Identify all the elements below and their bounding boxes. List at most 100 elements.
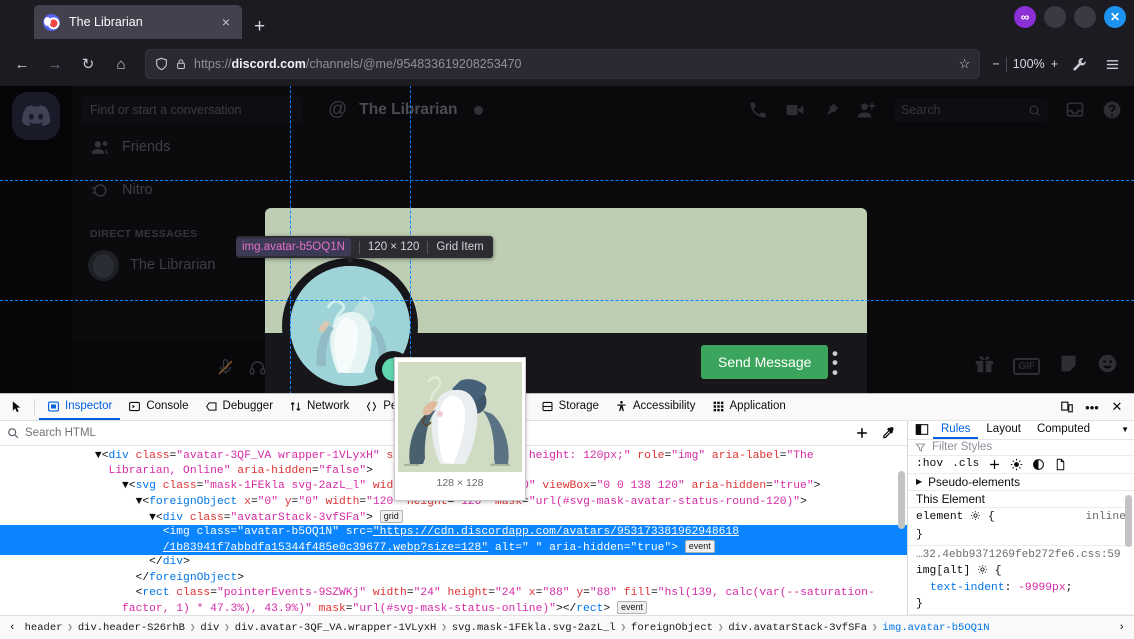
- emoji-icon[interactable]: [1097, 353, 1118, 379]
- window-minimize-button[interactable]: [1044, 6, 1066, 28]
- tab-application[interactable]: Application: [704, 394, 794, 420]
- gift-icon[interactable]: [974, 353, 995, 379]
- url-bar[interactable]: https://discord.com/channels/@me/9548336…: [145, 49, 981, 79]
- rule-gear-icon[interactable]: [970, 510, 981, 528]
- markup-line[interactable]: </foreignObject>: [0, 571, 907, 586]
- more-options-icon[interactable]: • • •: [832, 345, 838, 381]
- lock-icon: [177, 59, 185, 69]
- tab-storage[interactable]: Storage: [533, 394, 607, 420]
- tab-console[interactable]: Console: [120, 394, 196, 420]
- print-media-icon[interactable]: [1054, 458, 1067, 471]
- rules-scrollbar[interactable]: [1125, 495, 1132, 547]
- new-tab-button[interactable]: +: [254, 17, 265, 36]
- sidebar-item-nitro[interactable]: Nitro: [80, 170, 304, 210]
- css-property[interactable]: text-indent: [930, 582, 1005, 594]
- chevron-down-icon[interactable]: ▼: [1121, 425, 1134, 434]
- rules-tab-rules[interactable]: Rules: [933, 421, 979, 439]
- gif-icon[interactable]: GIF: [1013, 357, 1040, 375]
- css-declaration[interactable]: text-indent: -9999px;: [916, 581, 1126, 597]
- markup-search-input[interactable]: Search HTML: [25, 427, 96, 439]
- devtools-close-icon[interactable]: ✕: [1106, 397, 1128, 417]
- wrench-icon[interactable]: [1065, 50, 1093, 78]
- discord-search-input[interactable]: Search: [894, 98, 1048, 122]
- breadcrumb-item[interactable]: div.avatarStack-3vfSFa: [724, 622, 871, 634]
- breadcrumb-item[interactable]: div.header-S26rhB: [74, 622, 189, 634]
- find-conversation-placeholder: Find or start a conversation: [90, 103, 242, 117]
- breadcrumb-item[interactable]: div: [196, 622, 223, 634]
- markup-line[interactable]: factor, 1) * 47.3%), 43.9%)" mask="url(#…: [0, 600, 907, 615]
- responsive-design-mode-icon[interactable]: [1056, 397, 1078, 417]
- sidebar-item-friends[interactable]: Friends: [80, 127, 304, 167]
- element-picker-icon[interactable]: [4, 394, 30, 420]
- help-icon[interactable]: [1102, 100, 1122, 120]
- inbox-icon[interactable]: [1065, 100, 1085, 120]
- tab-debugger[interactable]: Debugger: [197, 394, 282, 420]
- breadcrumb-item[interactable]: div.avatar-3QF_VA.wrapper-1VLyxH: [231, 622, 441, 634]
- forward-button[interactable]: →: [41, 50, 69, 78]
- light-scheme-icon[interactable]: [1010, 458, 1023, 471]
- channel-header-actions: Search: [748, 98, 1122, 122]
- markup-line[interactable]: <img class="avatar-b5OQ1N" src="https://…: [0, 524, 907, 541]
- browser-tab[interactable]: The Librarian ×: [34, 5, 242, 39]
- breadcrumb-item[interactable]: header: [21, 622, 67, 634]
- rule-block-element[interactable]: inline element { }: [908, 508, 1134, 547]
- markup-line[interactable]: ▼<div class="avatarStack-3vfSFa"> grid: [0, 509, 907, 525]
- markup-line[interactable]: <rect class="pointerEvents-9SZWKj" width…: [0, 586, 907, 601]
- devtools-meatball-menu-icon[interactable]: •••: [1081, 397, 1103, 417]
- filter-styles-input[interactable]: Filter Styles: [932, 441, 992, 453]
- window-maximize-button[interactable]: [1074, 6, 1096, 28]
- cls-toggle[interactable]: .cls: [952, 458, 979, 470]
- tab-network[interactable]: Network: [281, 394, 357, 420]
- breadcrumb-scroll-left[interactable]: ‹: [4, 622, 21, 634]
- zoom-out-button[interactable]: −: [992, 57, 999, 71]
- markup-scrollbar[interactable]: [898, 471, 905, 529]
- hov-toggle[interactable]: :hov: [916, 458, 943, 470]
- voice-call-icon[interactable]: [748, 100, 768, 120]
- breadcrumb-item[interactable]: foreignObject: [627, 622, 717, 634]
- video-call-icon[interactable]: [785, 100, 805, 120]
- dark-scheme-icon[interactable]: [1032, 458, 1045, 471]
- markup-line[interactable]: /1b83941f7abbdfa15344f485e0c39677.webp?s…: [0, 540, 907, 556]
- find-conversation-input[interactable]: Find or start a conversation: [82, 96, 302, 124]
- home-button[interactable]: ⌂: [107, 50, 135, 78]
- eyedropper-icon[interactable]: [876, 423, 900, 443]
- zoom-level-label[interactable]: 100%: [1013, 57, 1045, 71]
- add-friend-icon[interactable]: [857, 100, 877, 120]
- panel-toggle-icon[interactable]: [911, 421, 933, 439]
- reload-button[interactable]: ↻: [74, 50, 102, 78]
- rule-selector[interactable]: element: [916, 511, 963, 523]
- breadcrumb-item[interactable]: img.avatar-b5OQ1N: [878, 622, 993, 634]
- markup-line[interactable]: </div>: [0, 555, 907, 570]
- breadcrumb-item[interactable]: svg.mask-1FEkla.svg-2azL_l: [448, 622, 620, 634]
- add-rule-icon[interactable]: [988, 458, 1001, 471]
- back-button[interactable]: ←: [8, 50, 36, 78]
- mic-muted-icon[interactable]: [216, 358, 234, 376]
- markup-token-val: "24": [494, 586, 523, 599]
- window-close-button[interactable]: ✕: [1104, 6, 1126, 28]
- zoom-in-button[interactable]: +: [1051, 57, 1058, 71]
- pseudo-elements-row[interactable]: ▶ Pseudo-elements: [908, 474, 1134, 491]
- tab-accessibility[interactable]: Accessibility: [607, 394, 704, 420]
- extension-infinity-icon[interactable]: ∞: [1014, 6, 1036, 28]
- hamburger-menu-icon[interactable]: [1098, 50, 1126, 78]
- bookmark-star-icon[interactable]: ☆: [959, 56, 971, 72]
- close-tab-icon[interactable]: ×: [219, 13, 233, 31]
- rule-block-img-alt[interactable]: …32.4ebb9371269feb272fe6.css:59 img[alt]…: [908, 546, 1134, 616]
- rule-source-file[interactable]: …32.4ebb9371269feb272fe6.css:59: [916, 548, 1126, 564]
- sidebar-item-label: Friends: [122, 139, 171, 155]
- tab-inspector[interactable]: Inspector: [39, 394, 121, 420]
- create-new-node-icon[interactable]: [850, 423, 874, 443]
- breadcrumb-scroll-right[interactable]: ›: [1113, 622, 1130, 634]
- send-message-button[interactable]: Send Message: [701, 345, 829, 379]
- rule-selector[interactable]: img[alt]: [916, 565, 970, 577]
- rules-tab-layout[interactable]: Layout: [978, 421, 1029, 439]
- markup-token-val: "pointerEvents-9SZWKj": [216, 586, 367, 599]
- discord-home-button[interactable]: [12, 92, 60, 140]
- css-value[interactable]: -9999px: [1018, 582, 1065, 594]
- rule-close-brace: }: [916, 528, 923, 541]
- sticker-icon[interactable]: [1058, 353, 1079, 379]
- pinned-messages-icon[interactable]: [822, 101, 840, 119]
- headphones-icon[interactable]: [248, 358, 266, 376]
- rules-tab-computed[interactable]: Computed: [1029, 421, 1098, 439]
- rule-gear-icon[interactable]: [977, 564, 988, 582]
